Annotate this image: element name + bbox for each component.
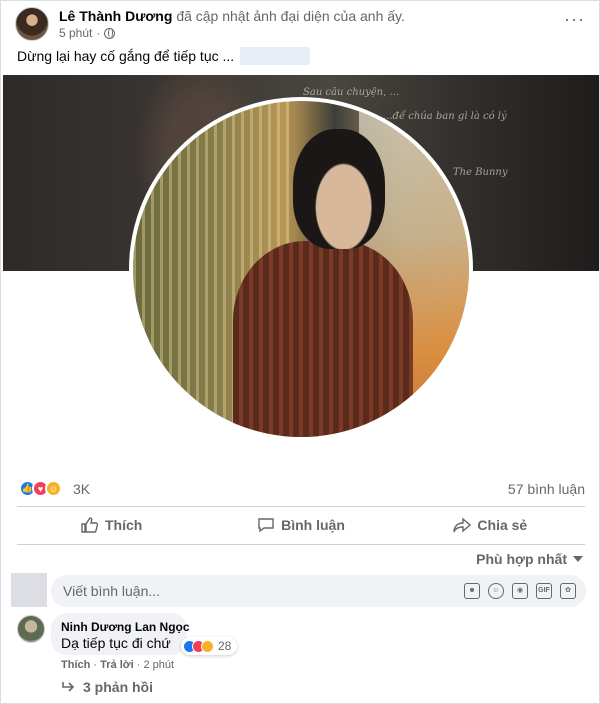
comment-time[interactable]: 2 phút xyxy=(143,659,174,671)
emoji-icon[interactable]: ☺ xyxy=(488,583,504,599)
camera-icon[interactable]: ◉ xyxy=(512,583,528,599)
reply-arrow-icon xyxy=(62,682,75,692)
share-label: Chia sẻ xyxy=(477,517,528,533)
comment-reactions[interactable]: 28 xyxy=(181,637,238,655)
commenter-name[interactable]: Ninh Dương Lan Ngọc xyxy=(61,620,190,634)
comment-like-link[interactable]: Thích xyxy=(61,659,90,671)
dot-separator: · xyxy=(96,26,101,40)
post-action-text: đã cập nhật ảnh đại diện của anh ấy. xyxy=(176,8,405,24)
author-avatar[interactable] xyxy=(15,7,49,41)
gif-icon[interactable]: GIF xyxy=(536,583,552,599)
comment-input-tools: ☻ ☺ ◉ GIF ✿ xyxy=(464,583,576,599)
profile-picture[interactable] xyxy=(133,101,469,437)
haha-reaction-icon xyxy=(201,639,214,653)
chevron-down-icon xyxy=(573,556,583,562)
more-options-button[interactable]: ··· xyxy=(564,10,585,28)
comment-label: Bình luận xyxy=(281,517,345,533)
person-body xyxy=(233,241,413,437)
reaction-count[interactable]: 3K xyxy=(73,481,90,497)
comment-icon xyxy=(258,518,274,533)
person-head xyxy=(293,129,385,249)
comment-actions: Thích · Trả lời · 2 phút xyxy=(61,659,174,671)
replies-count: 3 phản hồi xyxy=(83,679,153,695)
caption-text: Dừng lại hay cố gắng để tiếp tục ... xyxy=(17,48,235,64)
post-meta: 5 phút · xyxy=(59,26,116,40)
my-avatar xyxy=(11,573,47,607)
comment-sort-dropdown[interactable]: Phù hợp nhất xyxy=(476,551,583,567)
post-time[interactable]: 5 phút xyxy=(59,26,92,40)
divider xyxy=(17,544,585,545)
care-reaction-icon: ☺ xyxy=(45,480,62,497)
view-replies-link[interactable]: 3 phản hồi xyxy=(61,679,153,695)
commenter-avatar[interactable] xyxy=(17,615,45,643)
share-icon xyxy=(453,517,472,533)
like-label: Thích xyxy=(104,517,143,533)
author-name[interactable]: Lê Thành Dương xyxy=(59,8,172,24)
comment-button[interactable]: Bình luận xyxy=(206,509,395,541)
redacted-block xyxy=(240,47,311,65)
comment-input[interactable]: Viết bình luận... ☻ ☺ ◉ GIF ✿ xyxy=(51,575,586,607)
comment-text: Dạ tiếp tục đi chứ xyxy=(61,635,171,651)
comment-placeholder: Viết bình luận... xyxy=(63,583,161,599)
sticker-icon[interactable]: ✿ xyxy=(560,583,576,599)
globe-icon[interactable] xyxy=(104,27,116,39)
comment-reaction-count: 28 xyxy=(218,639,232,653)
like-button[interactable]: Thích xyxy=(17,509,206,541)
thumbs-up-icon xyxy=(81,517,99,533)
post-actions: Thích Bình luận Chia sẻ xyxy=(17,509,585,541)
post-header: Lê Thành Dương đã cập nhật ảnh đại diện … xyxy=(15,7,587,43)
comment-count[interactable]: 57 bình luận xyxy=(508,481,585,497)
sort-label: Phù hợp nhất xyxy=(476,551,567,567)
share-button[interactable]: Chia sẻ xyxy=(396,509,585,541)
post-card: Lê Thành Dương đã cập nhật ảnh đại diện … xyxy=(0,0,600,704)
reaction-icons[interactable]: 👍 ♥ ☺ xyxy=(19,480,62,497)
avatar-sticker-icon[interactable]: ☻ xyxy=(464,583,480,599)
reactions-summary: 👍 ♥ ☺ 3K 57 bình luận xyxy=(19,479,585,499)
comment-reaction-icons xyxy=(183,639,214,653)
comment-reply-link[interactable]: Trả lời xyxy=(100,659,134,671)
post-caption: Dừng lại hay cố gắng để tiếp tục ... xyxy=(17,47,311,65)
divider xyxy=(17,506,585,507)
author-line: Lê Thành Dương đã cập nhật ảnh đại diện … xyxy=(59,8,405,24)
comment-bubble: Ninh Dương Lan Ngọc Dạ tiếp tục đi chứ xyxy=(51,613,190,655)
cover-note: Sau câu chuyện, ... xyxy=(303,87,399,98)
